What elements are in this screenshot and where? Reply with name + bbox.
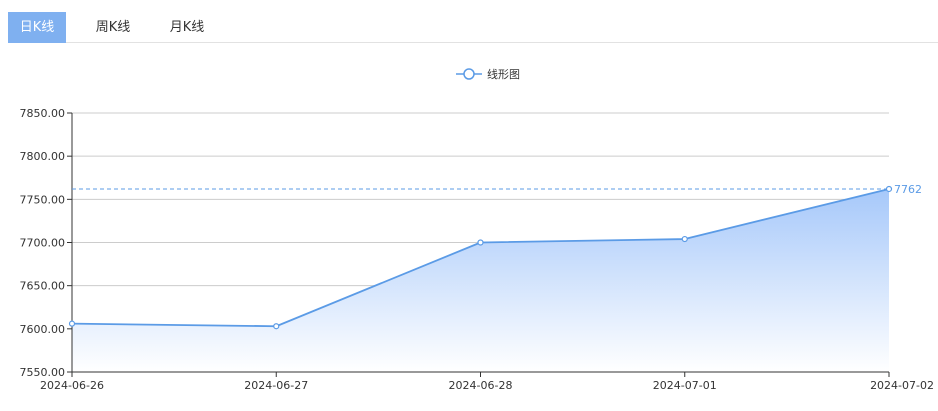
- x-tick-label: 2024-07-02: [870, 379, 934, 392]
- x-tick-labels: 2024-06-26 2024-06-27 2024-06-28 2024-07-01…: [40, 379, 934, 392]
- legend-label: 线形图: [487, 67, 520, 81]
- y-tick-label: 7700.00: [20, 237, 66, 250]
- chart-legend[interactable]: 线形图: [456, 67, 520, 81]
- y-tick-labels: 7550.00 7600.00 7650.00 7700.00 7750.00 7800.…: [20, 107, 66, 379]
- data-point[interactable]: [68, 320, 76, 327]
- y-tick-label: 7800.00: [20, 150, 66, 163]
- x-tick-label: 2024-07-01: [653, 379, 717, 392]
- data-point[interactable]: [477, 239, 484, 246]
- area-fill: [72, 188, 889, 372]
- markline-label: 7762: [894, 183, 922, 196]
- series-area: [72, 188, 889, 372]
- x-tick-label: 2024-06-26: [40, 379, 104, 392]
- y-tick-label: 7650.00: [20, 280, 66, 293]
- legend-circle-icon: [463, 68, 475, 80]
- markline: 7762: [72, 183, 922, 196]
- y-tick-label: 7750.00: [20, 193, 66, 206]
- data-point[interactable]: [885, 185, 893, 193]
- data-point[interactable]: [273, 323, 280, 330]
- y-tick-label: 7850.00: [20, 107, 66, 120]
- y-tick-label: 7600.00: [20, 323, 66, 336]
- y-tick-label: 7550.00: [20, 366, 66, 379]
- data-point[interactable]: [681, 235, 688, 243]
- line-chart: 线形图 7762 7550.00 7600.00 7650.00 7700.00 775…: [20, 67, 935, 392]
- x-tick-label: 2024-06-27: [244, 379, 308, 392]
- x-tick-label: 2024-06-28: [449, 379, 513, 392]
